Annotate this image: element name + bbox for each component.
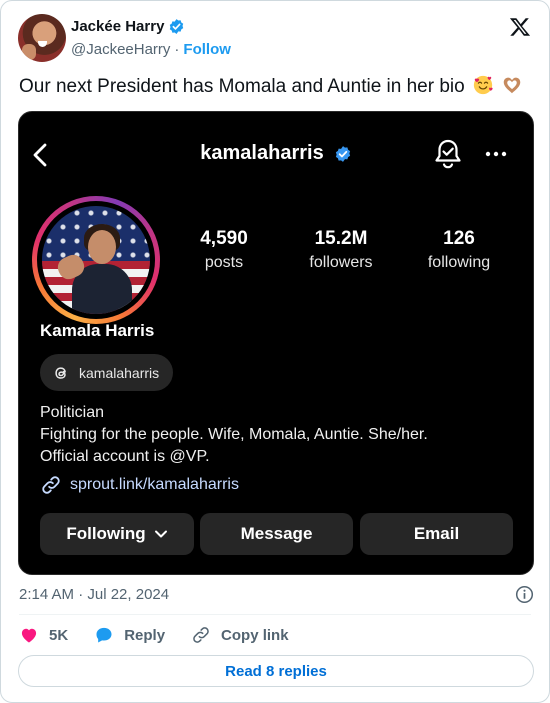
- tweet-timestamp[interactable]: 2:14 AM · Jul 22, 2024: [19, 586, 169, 603]
- reply-label: Reply: [124, 626, 166, 644]
- divider: [19, 614, 531, 615]
- bio-link: sprout.link/kamalaharris: [70, 476, 239, 493]
- chevron-down-icon: [154, 530, 167, 538]
- bio-line: Official account is @VP.: [40, 448, 210, 465]
- read-replies-label: Read 8 replies: [225, 662, 327, 680]
- like-count: 5K: [49, 626, 69, 644]
- stat-label: posts: [204, 254, 244, 271]
- ig-verified-badge-icon: [335, 145, 350, 162]
- bio-line: Fighting for the people. Wife, Momala, A…: [40, 426, 428, 443]
- stat-label: followers: [309, 254, 373, 271]
- stat-posts: 4,590 posts: [186, 228, 262, 272]
- stat-following: 126 following: [418, 228, 500, 272]
- separator-dot: ·: [174, 41, 180, 58]
- ig-email-button: Email: [360, 513, 513, 555]
- ig-profile-photo: [42, 206, 150, 314]
- reply-bubble-icon: [96, 627, 112, 643]
- author-handle[interactable]: @JackeeHarry: [71, 41, 170, 58]
- threads-badge: kamalaharris: [40, 354, 174, 391]
- tweet-actions: 5K Reply Copy link: [19, 625, 315, 645]
- ig-full-name: Kamala Harris: [40, 321, 155, 340]
- reply-button[interactable]: Reply: [94, 625, 165, 645]
- verified-badge-icon: [170, 19, 184, 34]
- author-avatar[interactable]: [18, 14, 66, 62]
- tweet-text: Our next President has Momala and Auntie…: [19, 76, 465, 97]
- copy-link-button[interactable]: Copy link: [191, 625, 289, 645]
- message-label: Message: [240, 524, 313, 543]
- read-replies-button[interactable]: Read 8 replies: [18, 655, 534, 687]
- ig-bio: Politician Fighting for the people. Wife…: [40, 402, 428, 468]
- ig-message-button: Message: [200, 513, 353, 555]
- author-display-name[interactable]: Jackée Harry: [71, 18, 164, 35]
- more-options-icon: [485, 151, 507, 157]
- stat-value: 4,590: [200, 228, 248, 249]
- email-label: Email: [413, 524, 460, 543]
- tweet-text-row: Our next President has Momala and Auntie…: [19, 74, 523, 99]
- instagram-profile-screenshot: kamalaharris 4,590 posts 15.2M followers…: [18, 111, 534, 575]
- link-icon: [193, 627, 209, 643]
- smiling-face-with-hearts-emoji: [473, 75, 493, 95]
- like-button[interactable]: 5K: [19, 625, 68, 645]
- x-logo-icon[interactable]: [509, 16, 531, 38]
- stat-label: following: [427, 254, 491, 271]
- copy-link-label: Copy link: [221, 626, 289, 644]
- stat-followers: 15.2M followers: [300, 228, 382, 272]
- notification-bell-icon: [435, 139, 461, 169]
- profile-picture-story-ring: [32, 196, 160, 324]
- heart-icon: [21, 628, 37, 643]
- ig-following-button: Following: [40, 513, 194, 555]
- threads-logo-icon: [55, 366, 66, 379]
- threads-handle: kamalaharris: [79, 364, 160, 381]
- stat-value: 126: [443, 228, 475, 249]
- follow-button[interactable]: Follow: [183, 41, 231, 58]
- heart-hands-emoji: [504, 77, 521, 94]
- bio-line: Politician: [40, 404, 105, 421]
- bio-link-row: sprout.link/kamalaharris: [40, 474, 239, 496]
- ig-username: kamalaharris: [200, 142, 324, 164]
- author-name-row: Jackée Harry: [71, 18, 185, 35]
- tweet-card: Jackée Harry @JackeeHarry · Follow Our n…: [0, 0, 550, 703]
- author-handle-row: @JackeeHarry · Follow: [71, 41, 231, 58]
- following-label: Following: [66, 524, 146, 543]
- info-icon[interactable]: [515, 585, 534, 604]
- link-icon: [42, 476, 60, 494]
- stat-value: 15.2M: [314, 228, 368, 249]
